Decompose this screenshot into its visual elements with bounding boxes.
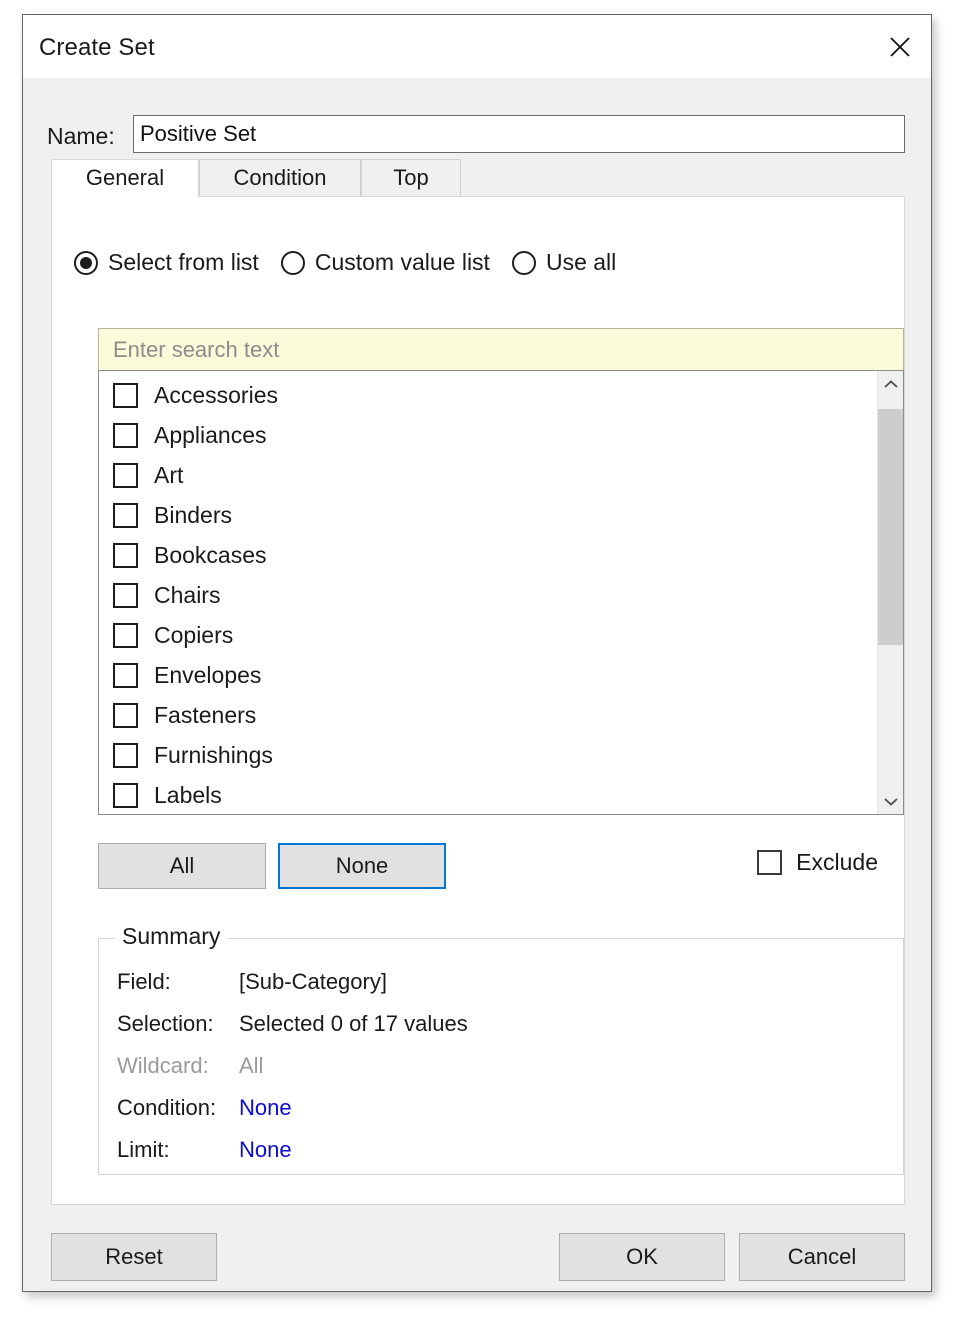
summary-row-value: All — [239, 1053, 263, 1079]
summary-row-value: Selected 0 of 17 values — [239, 1011, 468, 1037]
summary-row: Wildcard:All — [117, 1053, 893, 1095]
chevron-down-icon[interactable] — [878, 788, 903, 814]
list-item[interactable]: Appliances — [99, 415, 877, 455]
checkbox-icon — [757, 850, 782, 875]
list-item-label: Art — [154, 462, 183, 489]
close-icon[interactable] — [869, 15, 931, 78]
radio-unselected-icon — [512, 251, 536, 275]
summary-row-key: Wildcard: — [117, 1053, 239, 1079]
checkbox-icon[interactable] — [113, 383, 138, 408]
checkbox-icon[interactable] — [113, 543, 138, 568]
list-item-label: Labels — [154, 782, 222, 809]
create-set-dialog: Create Set Name: General Condition Top — [22, 14, 932, 1292]
tab-top-label: Top — [393, 165, 428, 191]
summary-row: Selection:Selected 0 of 17 values — [117, 1011, 893, 1053]
name-label: Name: — [47, 123, 115, 150]
radio-unselected-icon — [281, 251, 305, 275]
list-item[interactable]: Fasteners — [99, 695, 877, 735]
list-item-label: Accessories — [154, 382, 278, 409]
values-listbox[interactable]: Accessories Appliances Art Binders Bookcases… — [98, 370, 904, 815]
radio-selected-icon — [74, 251, 98, 275]
dialog-titlebar: Create Set — [23, 15, 931, 78]
checkbox-icon[interactable] — [113, 503, 138, 528]
list-item[interactable]: Chairs — [99, 575, 877, 615]
set-name-input[interactable] — [133, 115, 905, 153]
cancel-label: Cancel — [788, 1244, 856, 1270]
list-item[interactable]: Labels — [99, 775, 877, 815]
summary-group: Summary Field:[Sub-Category]Selection:Se… — [98, 938, 904, 1175]
radio-select-from-list-label: Select from list — [108, 249, 259, 276]
exclude-checkbox[interactable]: Exclude — [757, 849, 878, 876]
tab-condition-label: Condition — [234, 165, 327, 191]
screen: Create Set Name: General Condition Top — [0, 0, 958, 1321]
list-item-label: Fasteners — [154, 702, 256, 729]
tab-general[interactable]: General — [51, 159, 199, 197]
select-all-button[interactable]: All — [98, 843, 266, 889]
summary-row: Field:[Sub-Category] — [117, 969, 893, 1011]
general-tab-panel: Select from list Custom value list Use a… — [51, 196, 905, 1205]
summary-rows: Field:[Sub-Category]Selection:Selected 0… — [117, 969, 893, 1179]
listbox-scrollbar[interactable] — [877, 371, 903, 814]
tab-general-label: General — [86, 165, 164, 191]
scrollbar-thumb[interactable] — [878, 409, 903, 645]
select-none-button[interactable]: None — [278, 843, 446, 889]
summary-row: Limit:None — [117, 1137, 893, 1179]
dialog-title: Create Set — [39, 34, 155, 62]
radio-custom-value-list-label: Custom value list — [315, 249, 490, 276]
list-item[interactable]: Bookcases — [99, 535, 877, 575]
list-item[interactable]: Art — [99, 455, 877, 495]
list-item[interactable]: Binders — [99, 495, 877, 535]
list-item-label: Envelopes — [154, 662, 261, 689]
summary-row-key: Condition: — [117, 1095, 239, 1121]
reset-label: Reset — [105, 1244, 162, 1270]
list-item[interactable]: Furnishings — [99, 735, 877, 775]
tab-top[interactable]: Top — [361, 159, 461, 197]
summary-row-key: Limit: — [117, 1137, 239, 1163]
radio-select-from-list[interactable]: Select from list — [74, 249, 259, 276]
search-input[interactable] — [98, 328, 904, 370]
select-none-label: None — [336, 853, 389, 879]
checkbox-icon[interactable] — [113, 703, 138, 728]
ok-button[interactable]: OK — [559, 1233, 725, 1281]
checkbox-icon[interactable] — [113, 663, 138, 688]
values-list: Accessories Appliances Art Binders Bookcases… — [99, 371, 877, 814]
summary-row-key: Selection: — [117, 1011, 239, 1037]
summary-row-key: Field: — [117, 969, 239, 995]
checkbox-icon[interactable] — [113, 423, 138, 448]
list-item[interactable]: Accessories — [99, 375, 877, 415]
checkbox-icon[interactable] — [113, 623, 138, 648]
mode-radio-group: Select from list Custom value list Use a… — [74, 249, 638, 276]
summary-legend: Summary — [115, 923, 227, 950]
reset-button[interactable]: Reset — [51, 1233, 217, 1281]
list-item[interactable]: Envelopes — [99, 655, 877, 695]
list-item-label: Chairs — [154, 582, 220, 609]
radio-use-all-label: Use all — [546, 249, 616, 276]
exclude-label: Exclude — [796, 849, 878, 876]
checkbox-icon[interactable] — [113, 463, 138, 488]
chevron-up-icon[interactable] — [878, 371, 903, 397]
checkbox-icon[interactable] — [113, 743, 138, 768]
list-item-label: Copiers — [154, 622, 233, 649]
cancel-button[interactable]: Cancel — [739, 1233, 905, 1281]
checkbox-icon[interactable] — [113, 583, 138, 608]
list-item-label: Binders — [154, 502, 232, 529]
list-item-label: Appliances — [154, 422, 267, 449]
radio-use-all[interactable]: Use all — [512, 249, 616, 276]
summary-row-value[interactable]: None — [239, 1095, 292, 1121]
radio-custom-value-list[interactable]: Custom value list — [281, 249, 490, 276]
list-item[interactable]: Copiers — [99, 615, 877, 655]
summary-row-value: [Sub-Category] — [239, 969, 387, 995]
summary-row-value[interactable]: None — [239, 1137, 292, 1163]
tabstrip: General Condition Top — [51, 159, 905, 197]
list-item-label: Bookcases — [154, 542, 267, 569]
summary-row: Condition:None — [117, 1095, 893, 1137]
checkbox-icon[interactable] — [113, 783, 138, 808]
list-item-label: Furnishings — [154, 742, 273, 769]
ok-label: OK — [626, 1244, 658, 1270]
tab-condition[interactable]: Condition — [199, 159, 361, 197]
select-all-label: All — [170, 853, 194, 879]
